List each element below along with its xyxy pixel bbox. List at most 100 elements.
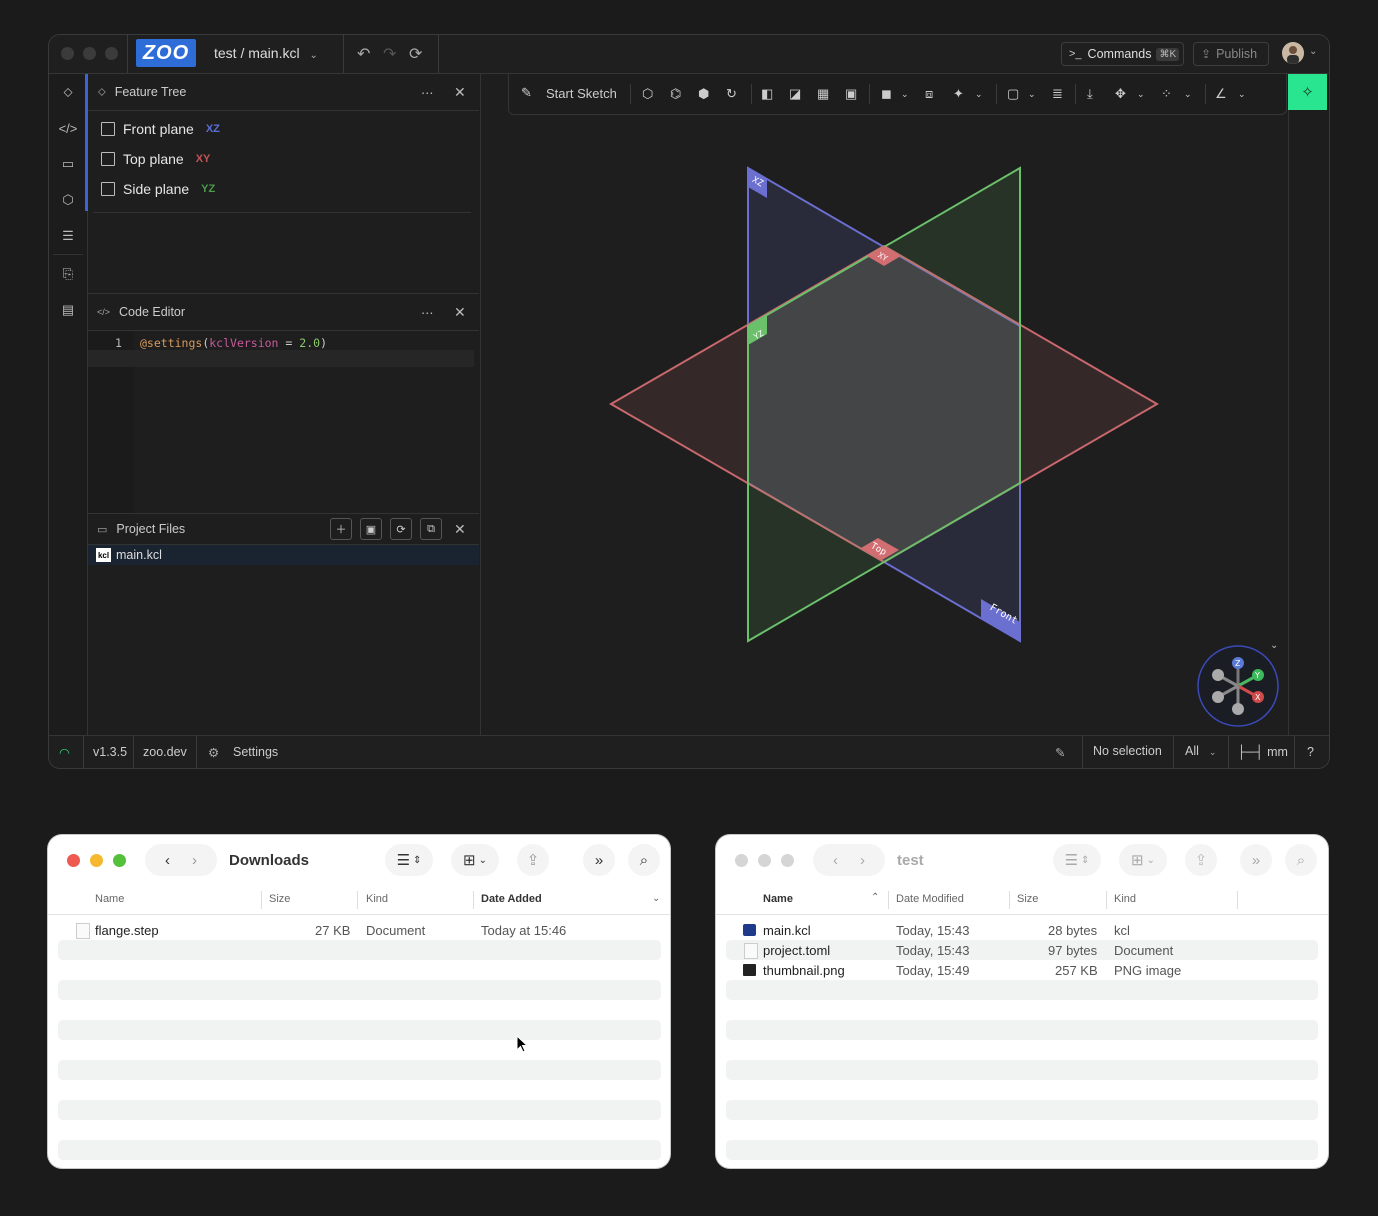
shell-icon[interactable]: ▦ [817,86,829,102]
fillet-icon[interactable]: ◧ [761,86,773,102]
more-options-icon[interactable]: ⋯ [421,85,434,100]
settings-link[interactable]: Settings [233,745,278,759]
close-window-button[interactable] [61,47,74,60]
export-file-icon[interactable]: ⎘ [49,260,87,288]
minimize-window-button[interactable] [90,854,103,867]
column-header-date-added[interactable]: Date Added [481,893,542,905]
feature-tree-icon[interactable]: ⬦ [49,78,87,106]
ruler-icon[interactable]: ✎ [1055,745,1065,760]
3d-viewport[interactable]: XZ XY YZ Top Front Z Y X ⌄ [480,74,1289,735]
zoom-window-button[interactable] [781,854,794,867]
units-button[interactable]: ├─┤ mm [1237,745,1288,759]
close-window-button[interactable] [67,854,80,867]
back-icon[interactable]: ‹ [165,852,170,869]
file-row[interactable]: flange.step 27 KB Document Today at 15:4… [58,920,661,940]
search-icon[interactable]: ⌕ [1285,844,1317,876]
tree-item-side-plane[interactable]: Side plane YZ [101,181,215,197]
refresh-icon[interactable]: ⟳ [390,518,412,540]
orientation-gizmo[interactable]: Z Y X [1196,644,1280,728]
chevron-down-icon[interactable]: ⌄ [1238,89,1246,100]
tree-item-top-plane[interactable]: Top plane XY [101,151,210,167]
code-editor[interactable]: 1 2 @settings(kclVersion = 2.0) [88,331,479,514]
more-icon[interactable]: » [1240,844,1272,876]
chevron-down-icon[interactable]: ⌄ [1184,89,1192,100]
revolve-icon[interactable]: ↻ [726,86,737,102]
search-icon[interactable]: ⌕ [628,844,660,876]
forward-icon[interactable]: › [860,852,865,869]
wifi-icon[interactable]: ◠ [59,745,70,760]
save-icon[interactable]: ▤ [49,296,87,324]
folder-icon[interactable]: ▭ [49,150,87,178]
file-row[interactable]: project.toml Today, 15:43 97 bytes Docum… [726,940,1318,960]
user-avatar[interactable] [1282,42,1304,64]
zoo-logo[interactable]: ZOO [136,39,196,67]
more-icon[interactable]: » [583,844,615,876]
angle-icon[interactable]: ∠ [1215,86,1227,102]
group-button[interactable]: ⊞ ⌄ [1119,844,1167,876]
help-button[interactable]: ? [1307,745,1314,759]
pattern-icon[interactable]: ⁘ [1161,86,1172,102]
tree-item-front-plane[interactable]: Front plane XZ [101,121,220,137]
collapse-icon[interactable]: ⧉ [420,518,442,540]
column-header-size[interactable]: Size [269,893,290,905]
column-header-name[interactable]: Name [95,893,124,905]
move-icon[interactable]: ✥ [1115,86,1126,102]
share-icon[interactable]: ⇪ [1185,844,1217,876]
new-file-icon[interactable]: ＋ [330,518,352,540]
zoom-window-button[interactable] [105,47,118,60]
column-header-kind[interactable]: Kind [366,893,388,905]
file-row[interactable]: main.kcl Today, 15:43 28 bytes kcl [726,920,1318,940]
chevron-down-icon[interactable]: ⌄ [975,89,983,100]
close-icon[interactable]: ✕ [454,521,466,538]
file-row[interactable]: kcl main.kcl [88,545,479,565]
extrude-icon[interactable]: ⬡ [642,86,653,102]
group-button[interactable]: ⊞ ⌄ [451,844,499,876]
import-icon[interactable]: ⤓ [1087,86,1093,102]
publish-button[interactable]: ⇪ Publish [1193,42,1269,66]
chevron-down-icon[interactable]: ⌄ [901,89,909,100]
file-row[interactable]: thumbnail.png Today, 15:49 257 KB PNG im… [726,960,1318,980]
column-header-kind[interactable]: Kind [1114,893,1136,905]
chevron-down-icon[interactable]: ⌄ [1309,46,1317,57]
close-icon[interactable]: ✕ [454,304,466,321]
minimize-window-button[interactable] [83,47,96,60]
close-window-button[interactable] [735,854,748,867]
undo-icon[interactable]: ↶ [357,44,370,64]
column-header-size[interactable]: Size [1017,893,1038,905]
start-sketch-button[interactable]: Start Sketch [546,86,617,101]
list-view-button[interactable]: ☰ ⇕ [385,844,433,876]
forward-icon[interactable]: › [192,852,197,869]
minimize-window-button[interactable] [758,854,771,867]
close-icon[interactable]: ✕ [454,84,466,101]
project-breadcrumb[interactable]: test / main.kcl ⌄ [214,45,318,61]
chevron-down-icon[interactable]: ⌄ [1137,89,1145,100]
commands-button[interactable]: >_ Commands ⌘K [1061,42,1184,66]
hole-icon[interactable]: ▣ [845,86,857,102]
zoom-window-button[interactable] [113,854,126,867]
column-header-name[interactable]: Name [763,893,793,905]
selection-filter[interactable]: All ⌄ [1185,744,1216,758]
sweep-icon[interactable]: ⌬ [670,86,681,102]
sparkles-icon[interactable]: ✧ [1288,74,1327,110]
list-view-button[interactable]: ☰ ⇕ [1053,844,1101,876]
insert-icon[interactable]: ▢ [1007,86,1019,102]
loft-icon[interactable]: ⬢ [698,86,709,102]
refresh-icon[interactable]: ⟳ [409,44,422,64]
code-icon[interactable]: </> [49,114,87,142]
helix-icon[interactable]: ✦ [953,86,964,102]
offset-plane-icon[interactable]: ⧈ [925,86,933,102]
chevron-down-icon[interactable]: ⌄ [1270,640,1278,651]
boolean-icon[interactable]: ◼ [881,86,892,102]
share-icon[interactable]: ⇪ [517,844,549,876]
redo-icon[interactable]: ↷ [383,44,396,64]
stack-icon[interactable]: ≣ [1052,86,1063,102]
more-options-icon[interactable]: ⋯ [421,305,434,320]
new-folder-icon[interactable]: ▣ [360,518,382,540]
code-line-1[interactable]: @settings(kclVersion = 2.0) [140,336,327,350]
chamfer-icon[interactable]: ◪ [789,86,801,102]
column-header-date-modified[interactable]: Date Modified [896,893,964,905]
zoo-dev-link[interactable]: zoo.dev [143,745,187,759]
version-label[interactable]: v1.3.5 [93,745,127,759]
kcl-samples-icon[interactable]: ⬡ [49,186,87,214]
chevron-down-icon[interactable]: ⌄ [1028,89,1036,100]
